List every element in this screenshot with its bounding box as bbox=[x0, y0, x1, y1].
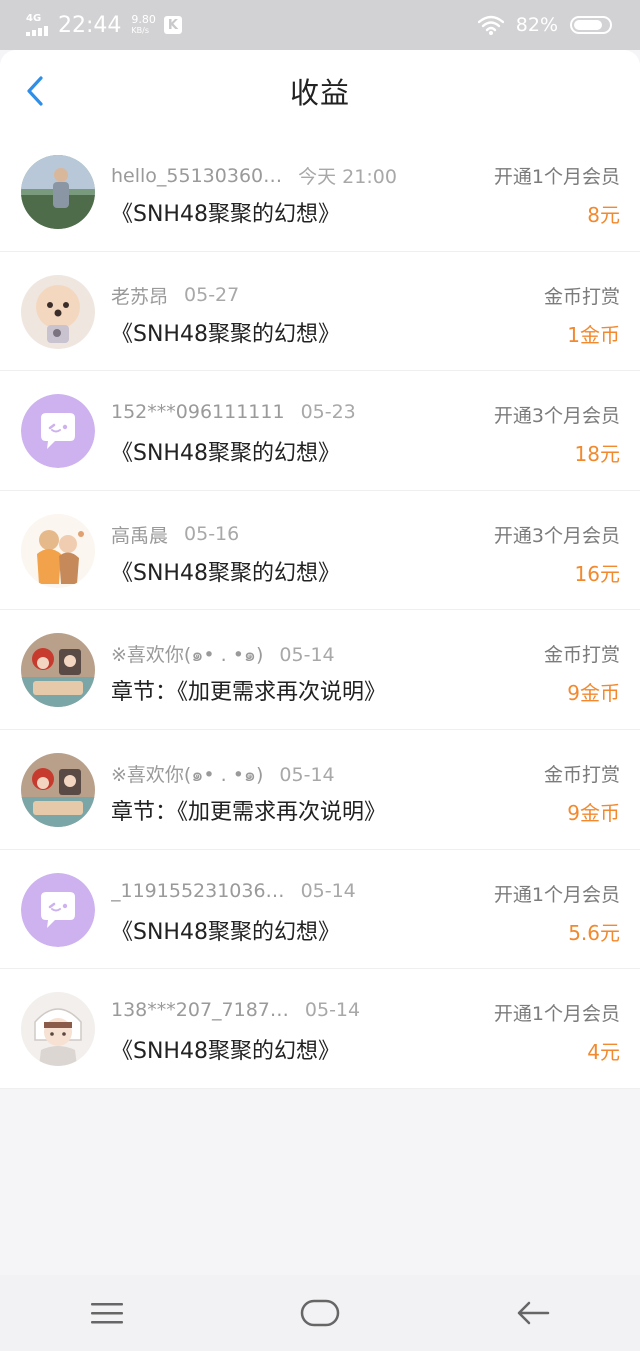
earning-row[interactable]: hello_55130360… 今天 21:00 开通1个月会员《SNH48聚聚的幻… bbox=[0, 132, 640, 252]
battery-icon bbox=[570, 16, 612, 34]
nickname: 高禹晨 bbox=[111, 524, 169, 547]
battery-percent: 82% bbox=[515, 14, 558, 36]
earnings-list: hello_55130360… 今天 21:00 开通1个月会员 《SNH48聚聚的幻… bbox=[0, 132, 640, 1089]
earning-amount: 9金币 bbox=[567, 800, 620, 825]
earning-row[interactable]: 老苏昂 05-27 金币打赏《SNH48聚聚的幻想》 1金币 bbox=[0, 252, 640, 372]
back-button[interactable] bbox=[20, 76, 50, 106]
nav-back-button[interactable] bbox=[508, 1293, 558, 1333]
avatar[interactable] bbox=[21, 872, 95, 947]
nickname: 老苏昂 bbox=[111, 285, 169, 308]
nickname: ※喜欢你(๑• . •๑) bbox=[111, 644, 264, 667]
earning-type: 金币打赏 bbox=[543, 763, 620, 786]
chevron-left-icon bbox=[27, 76, 43, 106]
earning-amount: 8元 bbox=[587, 203, 620, 227]
earning-amount: 16元 bbox=[574, 561, 620, 586]
avatar[interactable] bbox=[21, 633, 95, 708]
earning-row[interactable]: ※喜欢你(๑• . •๑) 05-14 金币打赏章节：《加更需求再次说明》 9金币 bbox=[0, 730, 640, 850]
back-arrow-icon bbox=[518, 1301, 550, 1325]
network-speed: 9.80 KB/s bbox=[131, 14, 156, 36]
date: 05-23 bbox=[300, 401, 356, 424]
work-title: 《SNH48聚聚的幻想》 bbox=[111, 560, 340, 586]
earning-type: 开通1个月会员 bbox=[493, 883, 620, 906]
wifi-icon bbox=[477, 15, 504, 35]
date: 05-14 bbox=[279, 644, 335, 667]
work-title: 《SNH48聚聚的幻想》 bbox=[111, 202, 340, 227]
earning-type: 开通1个月会员 bbox=[493, 166, 620, 188]
earning-amount: 1金币 bbox=[567, 322, 620, 347]
earning-amount: 4元 bbox=[587, 1040, 620, 1065]
home-button[interactable] bbox=[295, 1293, 345, 1333]
work-title: 《SNH48聚聚的幻想》 bbox=[111, 1039, 340, 1065]
page-title: 收益 bbox=[289, 76, 350, 110]
avatar[interactable] bbox=[21, 274, 95, 349]
system-nav-bar bbox=[0, 1275, 640, 1351]
nickname: 138***207_7187… bbox=[111, 999, 289, 1022]
signal-icon: 4G bbox=[26, 14, 48, 36]
work-title: 章节：《加更需求再次说明》 bbox=[111, 680, 387, 706]
earning-type: 开通3个月会员 bbox=[493, 405, 620, 428]
earning-row[interactable]: _119155231036… 05-14 开通1个月会员《SNH48聚聚的幻想》 5.… bbox=[0, 850, 640, 970]
earning-type: 金币打赏 bbox=[543, 285, 620, 308]
earning-type: 金币打赏 bbox=[543, 644, 620, 667]
avatar[interactable] bbox=[21, 155, 95, 229]
date: 05-14 bbox=[279, 763, 335, 786]
menu-button[interactable] bbox=[82, 1293, 132, 1333]
status-right: 82% bbox=[477, 14, 612, 36]
nickname: _119155231036… bbox=[111, 879, 285, 902]
avatar[interactable] bbox=[21, 394, 95, 469]
date: 05-16 bbox=[184, 523, 240, 546]
earning-amount: 9金币 bbox=[567, 681, 620, 706]
network-type: 4G bbox=[26, 13, 42, 24]
avatar[interactable] bbox=[21, 513, 95, 588]
work-title: 《SNH48聚聚的幻想》 bbox=[111, 919, 340, 945]
header: 收益 bbox=[0, 50, 640, 132]
nickname: 152***096111111 bbox=[111, 401, 285, 424]
earning-type: 开通1个月会员 bbox=[493, 1003, 620, 1026]
clock: 22:44 bbox=[58, 12, 122, 38]
work-title: 章节：《加更需求再次说明》 bbox=[111, 799, 387, 825]
battery-fill bbox=[574, 20, 602, 30]
earning-amount: 18元 bbox=[574, 442, 620, 467]
status-bar: 4G 22:44 9.80 KB/s K 82% bbox=[0, 0, 640, 50]
work-title: 《SNH48聚聚的幻想》 bbox=[111, 321, 340, 347]
menu-icon bbox=[90, 1303, 123, 1324]
speed-value: 9.80 bbox=[131, 13, 156, 26]
date: 今天 21:00 bbox=[298, 166, 397, 188]
speed-unit: KB/s bbox=[131, 26, 150, 35]
work-title: 《SNH48聚聚的幻想》 bbox=[111, 441, 340, 467]
date: 05-27 bbox=[184, 284, 240, 307]
earning-amount: 5.6元 bbox=[568, 920, 620, 945]
earning-row[interactable]: 高禹晨 05-16 开通3个月会员《SNH48聚聚的幻想》 16元 bbox=[0, 491, 640, 611]
nickname: ※喜欢你(๑• . •๑) bbox=[111, 763, 264, 786]
date: 05-14 bbox=[300, 879, 356, 902]
status-left: 4G 22:44 9.80 KB/s K bbox=[26, 13, 182, 38]
avatar[interactable] bbox=[21, 992, 95, 1067]
home-icon bbox=[300, 1299, 340, 1327]
app-notification-icon: K bbox=[163, 16, 182, 34]
earning-row[interactable]: 152***096111111 05-23 开通3个月会员《SNH48聚聚的幻想》 1… bbox=[0, 371, 640, 491]
earning-row[interactable]: ※喜欢你(๑• . •๑) 05-14 金币打赏章节：《加更需求再次说明》 9金币 bbox=[0, 610, 640, 730]
earning-type: 开通3个月会员 bbox=[493, 524, 620, 547]
date: 05-14 bbox=[304, 999, 361, 1022]
avatar[interactable] bbox=[21, 752, 95, 827]
nickname: hello_55130360… bbox=[111, 164, 283, 187]
earning-row[interactable]: 138***207_7187… 05-14 开通1个月会员《SNH48聚聚的幻想》 4… bbox=[0, 969, 640, 1089]
